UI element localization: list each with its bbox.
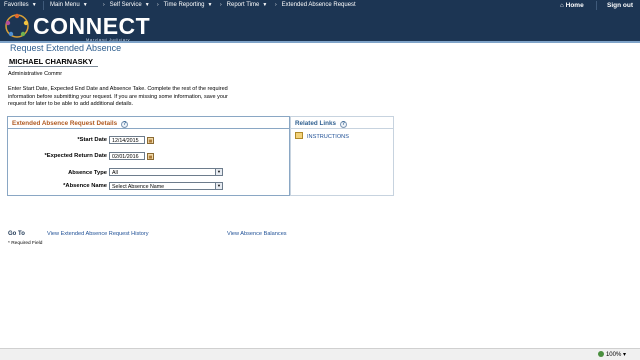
chevron-right-icon: › — [103, 2, 105, 8]
home-icon: ⌂ — [560, 3, 564, 9]
brand-banner: CONNECT Maryland Judiciary — [0, 11, 640, 42]
browser-status-bar: 100% ▾ — [0, 348, 640, 360]
absence-type-value: All — [112, 170, 118, 176]
main-menu[interactable]: Main Menu ▼ — [50, 2, 88, 8]
job-title: Administrative Commr — [8, 71, 63, 77]
chevron-down-icon: ▼ — [31, 2, 37, 8]
related-links-heading: Related Links — [295, 120, 336, 127]
related-links-header: Related Links? — [291, 117, 393, 129]
nav-divider — [596, 1, 597, 10]
return-date-field[interactable]: 02/01/2016 — [109, 152, 145, 160]
chevron-right-icon: › — [275, 2, 277, 8]
chevron-right-icon: › — [220, 2, 222, 8]
absence-type-label: Absence Type — [68, 170, 107, 176]
document-icon — [295, 132, 303, 139]
chevron-right-icon: › — [157, 2, 159, 8]
brand-name: CONNECT — [33, 13, 151, 39]
home-link[interactable]: ⌂ Home — [560, 2, 584, 9]
absence-name-label: *Absence Name — [63, 183, 107, 189]
main-menu-label: Main Menu — [50, 2, 80, 8]
breadcrumb-report-time[interactable]: › Report Time ▼ — [220, 2, 267, 8]
calendar-icon[interactable]: ▦ — [147, 137, 154, 144]
absence-balances-link[interactable]: View Absence Balances — [227, 231, 287, 237]
go-to-label: Go To — [8, 231, 25, 237]
absence-name-value: Select Absence Name — [112, 184, 165, 190]
page-title: Request Extended Absence — [10, 43, 122, 53]
help-icon[interactable]: ? — [121, 121, 129, 128]
top-navigation-bar: Favorites ▼ Main Menu ▼ › Self Service ▼ › Ti… — [0, 0, 640, 11]
breadcrumb-time-reporting[interactable]: › Time Reporting ▼ — [157, 2, 212, 8]
nav-divider — [43, 1, 44, 10]
instructions-link-label: INSTRUCTIONS — [307, 134, 349, 140]
instructions-link[interactable]: INSTRUCTIONS — [295, 132, 349, 140]
chevron-down-icon: ▼ — [262, 2, 268, 8]
chevron-down-icon: ▼ — [144, 2, 150, 8]
chevron-down-icon: ▼ — [82, 2, 88, 8]
calendar-icon[interactable]: ▦ — [147, 153, 154, 160]
breadcrumb-label: Time Reporting — [163, 2, 205, 8]
employee-name: MICHAEL CHARNASKY — [9, 57, 94, 66]
absence-details-heading: Extended Absence Request Details — [12, 120, 118, 127]
globe-icon — [597, 351, 604, 357]
required-field-note: * Required Field — [8, 241, 43, 246]
favorites-label: Favorites — [4, 2, 29, 8]
absence-type-select[interactable]: All ▼ — [109, 168, 223, 176]
chevron-down-icon: ▼ — [215, 183, 222, 189]
return-date-label: *Expected Return Date — [44, 153, 108, 159]
zoom-control[interactable]: 100% ▾ — [597, 351, 626, 358]
breadcrumb-label: Extended Absence Request — [281, 2, 356, 8]
sign-out-link[interactable]: Sign out — [607, 2, 633, 9]
breadcrumb-extended-absence[interactable]: › Extended Absence Request — [275, 2, 356, 8]
breadcrumb-label: Self Service — [109, 2, 142, 8]
instructions-text: Enter Start Date, Expected End Date and … — [8, 86, 228, 108]
absence-name-select[interactable]: Select Absence Name ▼ — [109, 182, 223, 190]
help-icon[interactable]: ? — [339, 121, 347, 128]
zoom-level: 100% — [605, 352, 622, 358]
start-date-field[interactable]: 12/14/2015 — [109, 136, 145, 144]
start-date-label: *Start Date — [77, 137, 107, 143]
connect-logo-icon — [5, 13, 29, 38]
related-links-panel: Related Links? INSTRUCTIONS — [290, 116, 394, 196]
chevron-down-icon: ▼ — [207, 2, 213, 8]
chevron-down-icon: ▼ — [215, 169, 222, 175]
home-label: Home — [565, 2, 584, 9]
breadcrumb-label: Report Time — [226, 2, 260, 8]
divider — [8, 66, 98, 67]
absence-history-link[interactable]: View Extended Absence Request History — [47, 231, 149, 237]
breadcrumb-self-service[interactable]: › Self Service ▼ — [103, 2, 150, 8]
favorites-menu[interactable]: Favorites ▼ — [4, 2, 37, 8]
absence-details-header: Extended Absence Request Details? — [8, 117, 289, 129]
